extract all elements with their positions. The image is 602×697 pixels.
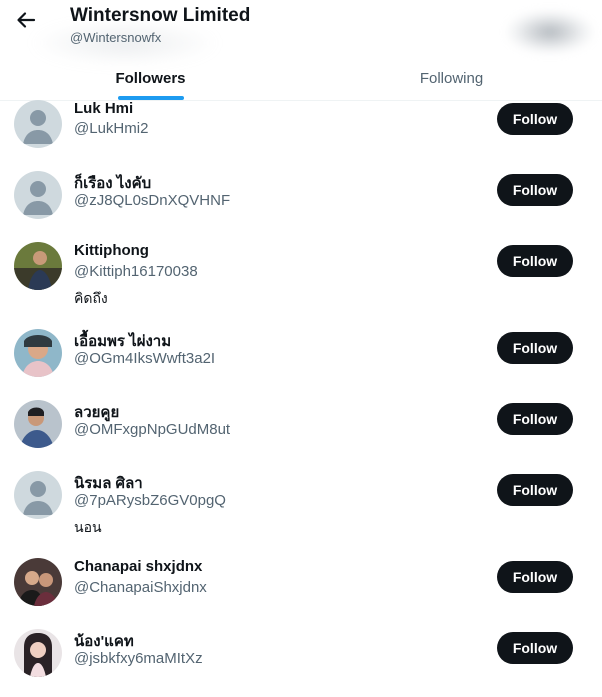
user-bio: คิดถึง	[74, 290, 108, 306]
user-handle: @LukHmi2	[74, 120, 149, 137]
follow-button[interactable]: Follow	[497, 245, 573, 277]
default-avatar-icon[interactable]	[14, 171, 62, 219]
user-name[interactable]: Luk Hmi	[74, 100, 133, 117]
follow-button[interactable]: Follow	[497, 632, 573, 664]
back-button[interactable]	[14, 10, 38, 34]
follow-button[interactable]: Follow	[497, 103, 573, 135]
user-bio: นอน	[74, 519, 102, 535]
user-handle: @jsbkfxy6maMItXz	[74, 650, 203, 667]
follow-button[interactable]: Follow	[497, 174, 573, 206]
follow-button[interactable]: Follow	[497, 332, 573, 364]
follow-button[interactable]: Follow	[497, 403, 573, 435]
user-handle: @OMFxgpNpGUdM8ut	[74, 421, 231, 438]
user-handle: @OGm4IksWwft3a2I	[74, 350, 216, 367]
follow-button[interactable]: Follow	[497, 561, 573, 593]
default-avatar-icon[interactable]	[14, 100, 62, 148]
tab-following[interactable]: Following	[301, 56, 602, 100]
arrow-left-icon	[16, 10, 36, 35]
profile-header: Wintersnow Limited @Wintersnowfx Followe…	[0, 0, 602, 101]
blurred-region	[506, 10, 594, 54]
user-handle: @7pARysbZ6GV0pgQ	[74, 492, 226, 509]
tab-bar: Followers Following	[0, 56, 602, 100]
account-handle: @Wintersnowfx	[70, 30, 162, 45]
user-handle: @ChanapaiShxjdnx	[74, 579, 207, 596]
tab-label: Followers	[115, 69, 186, 87]
user-photo-avatar[interactable]	[14, 329, 62, 377]
user-photo-avatar[interactable]	[14, 242, 62, 290]
tab-followers[interactable]: Followers	[0, 56, 301, 100]
user-handle: @Kittiph16170038	[74, 263, 198, 280]
default-avatar-icon[interactable]	[14, 471, 62, 519]
user-name[interactable]: Chanapai shxjdnx	[74, 558, 202, 575]
tab-label: Following	[419, 69, 484, 87]
user-photo-avatar[interactable]	[14, 558, 62, 606]
user-photo-avatar[interactable]	[14, 629, 62, 677]
user-handle: @zJ8QL0sDnXQVHNF	[74, 192, 231, 209]
page-title: Wintersnow Limited	[70, 5, 251, 26]
follow-button[interactable]: Follow	[497, 474, 573, 506]
user-name[interactable]: Kittiphong	[74, 242, 149, 259]
user-photo-avatar[interactable]	[14, 400, 62, 448]
